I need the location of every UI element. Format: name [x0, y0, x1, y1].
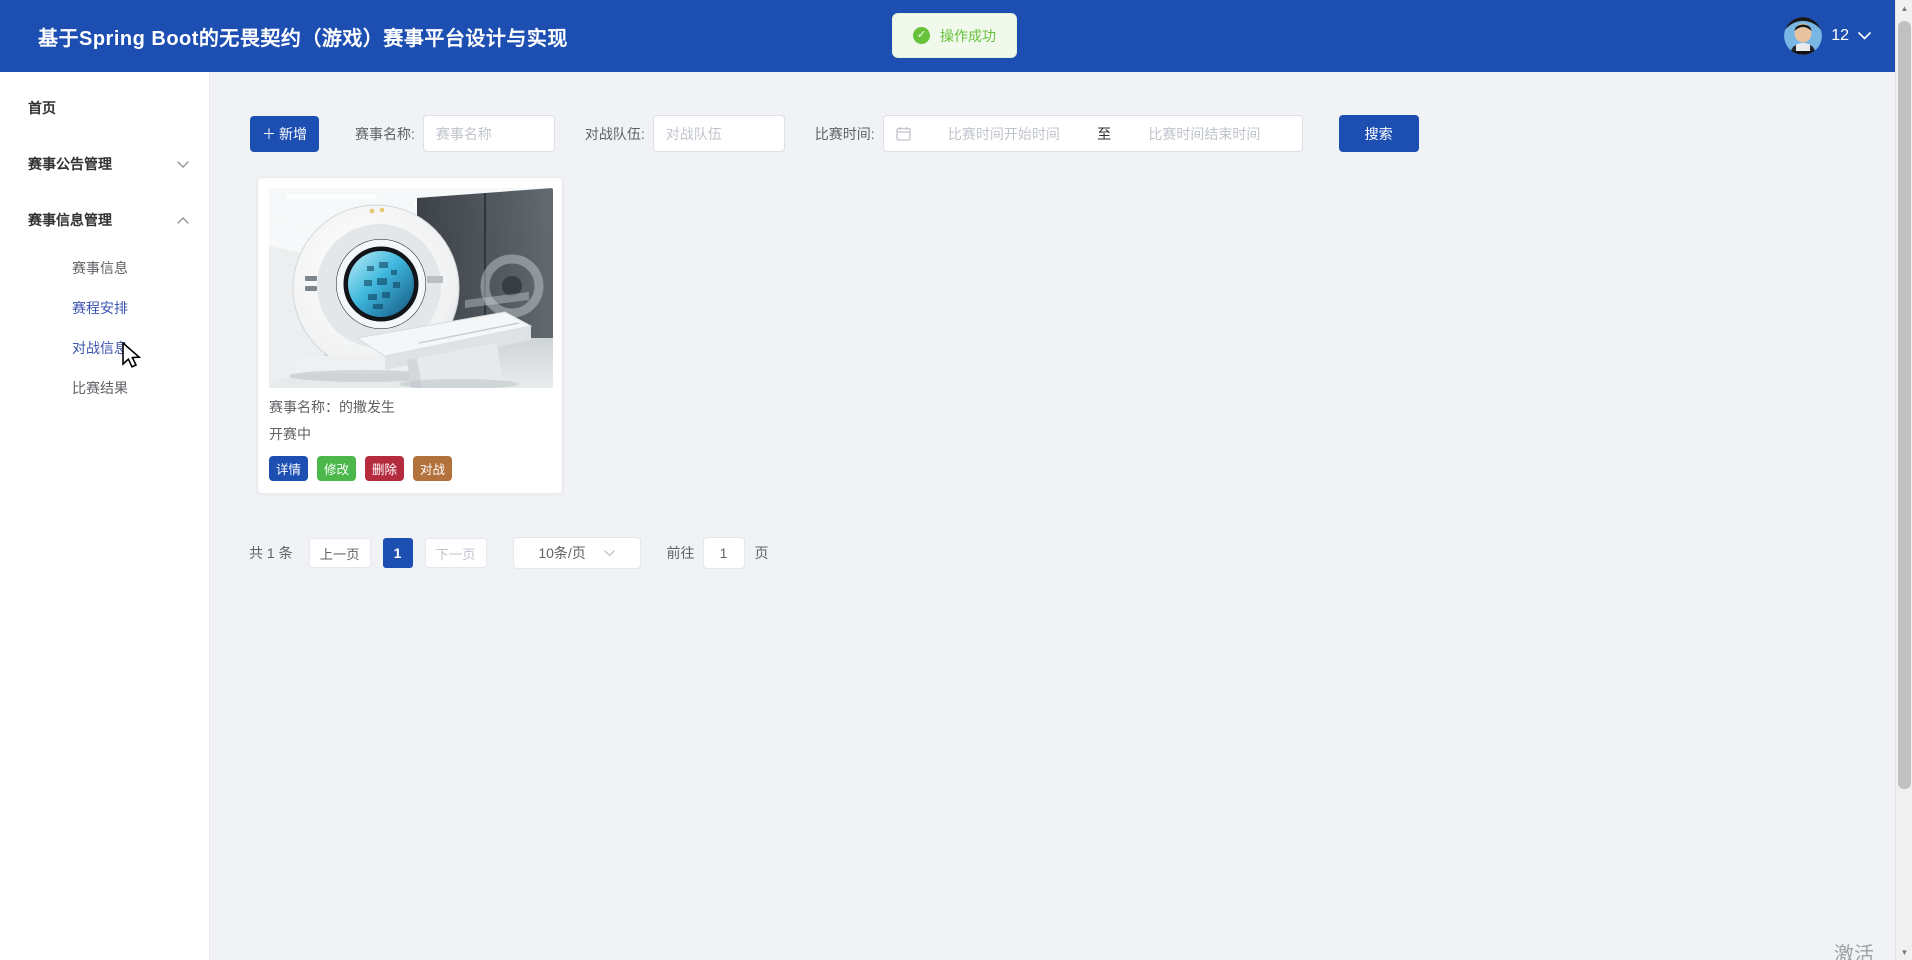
- sidebar-item-label: 赛事信息: [72, 258, 128, 278]
- sidebar-item-event-info[interactable]: 赛事信息: [0, 248, 209, 288]
- match-time-range-picker[interactable]: 至: [883, 115, 1303, 152]
- match-time-label: 比赛时间:: [815, 124, 875, 144]
- card-actions: 详情 修改 删除 对战: [269, 456, 551, 481]
- success-check-icon: ✓: [913, 27, 930, 44]
- prev-page-button[interactable]: 上一页: [309, 538, 371, 568]
- scroll-up-icon[interactable]: ▲: [1896, 0, 1912, 16]
- toast-message: 操作成功: [940, 26, 996, 46]
- start-time-input[interactable]: [919, 126, 1090, 142]
- chevron-down-icon: [1858, 32, 1871, 40]
- chevron-down-icon: [177, 161, 189, 168]
- edit-button[interactable]: 修改: [317, 456, 356, 481]
- event-name-label: 赛事名称:: [355, 124, 415, 144]
- username: 12: [1831, 27, 1849, 45]
- battle-team-input[interactable]: [653, 115, 785, 152]
- page-unit-label: 页: [755, 543, 769, 563]
- avatar[interactable]: [1784, 17, 1822, 55]
- event-cover-image: [269, 188, 553, 388]
- event-name-input[interactable]: [423, 115, 555, 152]
- battle-team-label: 对战队伍:: [585, 124, 645, 144]
- range-separator: 至: [1097, 124, 1111, 144]
- total-count: 共 1 条: [249, 543, 293, 563]
- main-content: ＋新增 赛事名称: 对战队伍: 比赛时间: 至 搜索: [210, 72, 1895, 960]
- delete-button[interactable]: 删除: [365, 456, 404, 481]
- scrollbar-thumb[interactable]: [1898, 21, 1911, 789]
- sidebar-item-label: 首页: [28, 98, 189, 118]
- sidebar-item-home[interactable]: 首页: [0, 80, 209, 136]
- event-name: 赛事名称：的撒发生: [269, 397, 551, 417]
- sidebar-item-match-results[interactable]: 比赛结果: [0, 368, 209, 408]
- pagination: 共 1 条 上一页 1 下一页 10条/页 前往 页: [249, 537, 769, 569]
- calendar-icon: [896, 126, 911, 141]
- sidebar: 首页 赛事公告管理 赛事信息管理 赛事信息 赛程安排 对战信息 比赛结果: [0, 72, 210, 960]
- sidebar-group-announcements[interactable]: 赛事公告管理: [0, 136, 209, 192]
- add-button[interactable]: ＋新增: [250, 116, 319, 152]
- sidebar-item-battle-info[interactable]: 对战信息: [0, 328, 209, 368]
- sidebar-item-label: 比赛结果: [72, 378, 128, 398]
- goto-label: 前往: [667, 543, 695, 563]
- goto-page-input[interactable]: [703, 537, 745, 569]
- sidebar-group-label: 赛事信息管理: [28, 210, 177, 230]
- next-page-button[interactable]: 下一页: [425, 538, 487, 568]
- sidebar-group-label: 赛事公告管理: [28, 154, 177, 174]
- chevron-down-icon: [604, 550, 615, 557]
- vertical-scrollbar[interactable]: ▲ ▼: [1895, 0, 1912, 960]
- search-button[interactable]: 搜索: [1339, 115, 1419, 152]
- plus-icon: ＋: [262, 124, 276, 144]
- event-card: 赛事名称：的撒发生 开赛中 详情 修改 删除 对战: [257, 177, 563, 494]
- user-menu[interactable]: 12: [1784, 0, 1871, 72]
- page-size-value: 10条/页: [538, 543, 585, 563]
- page: 基于Spring Boot的无畏契约（游戏）赛事平台设计与实现 ✓ 操作成功: [0, 0, 1895, 960]
- battle-button[interactable]: 对战: [413, 456, 452, 481]
- add-button-label: 新增: [279, 124, 307, 144]
- page-number-1[interactable]: 1: [383, 538, 413, 568]
- page-size-select[interactable]: 10条/页: [513, 537, 641, 569]
- app-title: 基于Spring Boot的无畏契约（游戏）赛事平台设计与实现: [38, 22, 568, 51]
- sidebar-item-label: 赛程安排: [72, 298, 128, 318]
- chevron-up-icon: [177, 217, 189, 224]
- detail-button[interactable]: 详情: [269, 456, 308, 481]
- sidebar-item-label: 对战信息: [72, 338, 128, 358]
- sidebar-item-schedule[interactable]: 赛程安排: [0, 288, 209, 328]
- sidebar-group-event-info[interactable]: 赛事信息管理: [0, 192, 209, 248]
- success-toast: ✓ 操作成功: [892, 13, 1017, 58]
- end-time-input[interactable]: [1119, 126, 1290, 142]
- event-status: 开赛中: [269, 424, 551, 444]
- scroll-down-icon[interactable]: ▼: [1896, 944, 1912, 960]
- filter-bar: ＋新增 赛事名称: 对战队伍: 比赛时间: 至 搜索: [250, 115, 1419, 152]
